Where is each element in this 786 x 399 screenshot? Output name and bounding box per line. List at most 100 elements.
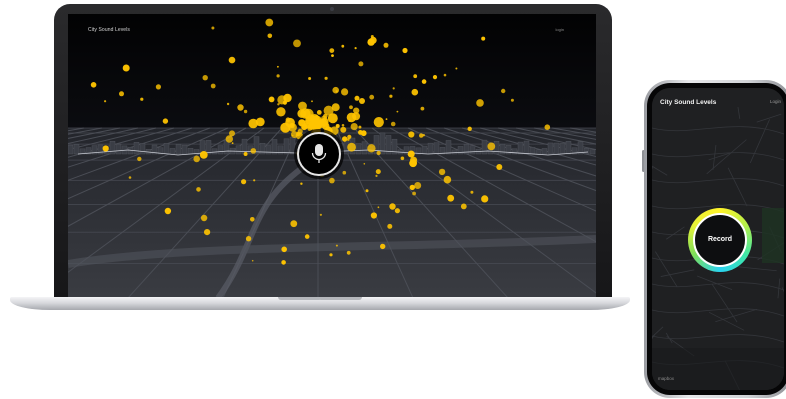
building	[469, 145, 476, 155]
sound-dot	[358, 130, 363, 135]
sound-dot	[335, 244, 338, 247]
building	[421, 145, 428, 155]
sound-dot	[346, 250, 351, 255]
sound-dot	[375, 169, 381, 175]
sound-dot	[204, 229, 211, 236]
sound-dot	[394, 208, 400, 214]
building	[559, 143, 566, 155]
phone-screen: City Sound Levels Login Record mapbox	[652, 88, 784, 390]
sound-dot	[276, 74, 280, 78]
sound-dot	[327, 113, 338, 124]
sound-dot	[276, 107, 286, 117]
sound-dot	[347, 142, 356, 152]
sound-dot	[324, 76, 328, 80]
sound-dot	[354, 95, 360, 101]
microphone-button[interactable]	[297, 132, 341, 176]
sound-dot	[335, 124, 340, 128]
sound-dot	[251, 259, 254, 262]
record-button[interactable]: Record	[693, 213, 747, 267]
building	[109, 141, 116, 155]
building	[73, 144, 80, 155]
laptop-camera	[330, 7, 334, 11]
sound-dot	[211, 26, 215, 30]
sound-dot	[373, 117, 384, 128]
sound-dot	[342, 136, 348, 142]
building	[289, 137, 296, 155]
sound-dot	[410, 156, 418, 164]
building	[523, 140, 530, 155]
sound-dot	[102, 145, 109, 152]
building	[427, 142, 434, 155]
sound-dot	[377, 206, 380, 209]
sound-dot	[277, 65, 279, 68]
sound-dot	[300, 182, 303, 185]
mapbox-attribution: mapbox	[658, 376, 675, 381]
sound-dot	[375, 174, 378, 177]
sound-dot	[342, 170, 347, 175]
sound-dot	[383, 42, 389, 48]
sound-dot	[460, 203, 467, 210]
building	[271, 139, 278, 155]
phone-login-link[interactable]: Login	[770, 99, 781, 104]
sound-dot	[200, 214, 208, 222]
sound-dot	[385, 118, 388, 120]
sound-dot	[341, 88, 349, 96]
sound-dot	[367, 38, 375, 46]
sound-dot	[329, 177, 335, 184]
sound-dot	[341, 44, 345, 48]
sound-dot	[243, 152, 248, 156]
sound-dot	[229, 130, 235, 137]
sound-dot	[210, 83, 216, 89]
sound-dot	[407, 150, 415, 158]
sound-dot	[277, 95, 287, 105]
sound-dot	[253, 179, 256, 182]
sound-dot	[349, 105, 353, 110]
sound-dot	[104, 100, 107, 103]
sound-dot	[285, 117, 295, 128]
sound-dot	[438, 168, 446, 176]
building	[133, 141, 140, 155]
sound-dot	[329, 48, 335, 53]
sound-dot	[470, 190, 474, 194]
sound-dot	[347, 134, 352, 139]
sound-dot	[323, 119, 326, 122]
building	[499, 143, 506, 155]
sound-dot	[290, 220, 298, 228]
login-link[interactable]: login	[556, 27, 564, 32]
sound-dot	[300, 108, 311, 119]
building	[451, 149, 458, 155]
sound-dot	[358, 61, 364, 67]
sound-dot	[496, 164, 503, 170]
sound-dot	[510, 98, 514, 102]
sound-dot	[140, 97, 144, 101]
building	[565, 141, 572, 155]
sound-dot	[348, 119, 351, 122]
building	[175, 144, 182, 155]
sound-dot	[202, 75, 208, 81]
building	[541, 148, 548, 155]
sound-dot	[367, 144, 376, 153]
sound-dot	[467, 126, 472, 131]
building	[583, 148, 590, 155]
sound-dot	[408, 131, 415, 138]
sound-dot	[389, 203, 396, 210]
sound-dot	[162, 118, 169, 124]
sound-dot	[90, 82, 97, 88]
sound-dot	[332, 86, 340, 94]
sound-dot	[241, 179, 247, 185]
building	[187, 148, 194, 155]
building	[181, 144, 188, 155]
building	[355, 143, 362, 155]
building	[433, 142, 440, 155]
sound-dot	[350, 123, 358, 131]
building	[529, 147, 536, 155]
sound-dot	[196, 187, 201, 192]
building	[547, 142, 554, 155]
record-ring: Record	[688, 208, 752, 272]
sound-dot	[243, 109, 248, 114]
sound-dot	[369, 94, 375, 100]
microphone-icon	[311, 144, 327, 163]
sound-dot	[303, 119, 314, 129]
sound-dot	[265, 18, 274, 27]
building	[115, 143, 122, 155]
